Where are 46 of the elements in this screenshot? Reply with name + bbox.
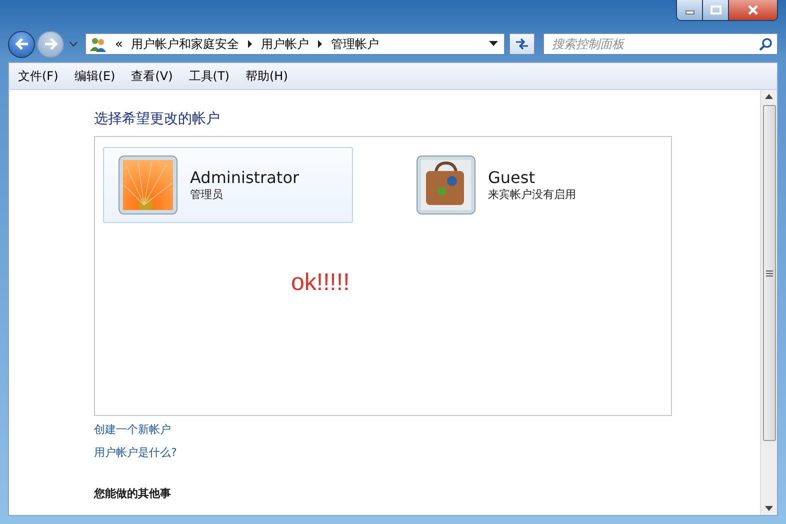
refresh-button[interactable]	[509, 33, 535, 55]
minimize-button[interactable]	[677, 0, 703, 20]
menu-item[interactable]: 编辑(E)	[74, 68, 116, 84]
suitcase-picture-icon	[416, 155, 476, 215]
forward-arrow-icon	[42, 37, 58, 51]
task-link[interactable]: 创建一个新帐户	[94, 422, 171, 437]
history-dropdown-icon[interactable]	[69, 41, 78, 47]
close-button[interactable]	[729, 0, 777, 20]
address-bar[interactable]: « 用户帐户和家庭安全 用户帐户 管理帐户	[85, 33, 505, 55]
scrollbar[interactable]	[760, 90, 777, 515]
account-type: 管理员	[190, 187, 224, 202]
forward-button[interactable]	[37, 30, 64, 58]
page-heading: 选择希望更改的帐户	[94, 110, 221, 129]
scroll-thumb[interactable]	[762, 105, 776, 441]
refresh-icon	[514, 37, 530, 51]
menu-item[interactable]: 帮助(H)	[246, 68, 288, 84]
back-button[interactable]	[8, 30, 35, 58]
breadcrumb-item[interactable]: 管理帐户	[330, 36, 379, 52]
account-name: Guest	[488, 168, 536, 187]
task-link[interactable]: 用户帐户是什么?	[94, 445, 177, 460]
account-name: Administrator	[190, 168, 300, 187]
dropdown-caret-icon[interactable]	[489, 41, 498, 47]
breadcrumb-item[interactable]: 用户帐户	[260, 36, 309, 52]
maximize-button[interactable]	[703, 0, 729, 20]
back-arrow-icon	[14, 37, 30, 51]
menu-item[interactable]: 工具(T)	[188, 68, 230, 84]
search-field[interactable]: 搜索控制面板	[543, 33, 778, 55]
grip-icon	[766, 270, 772, 276]
breadcrumb-overflow[interactable]: «	[115, 36, 123, 52]
menu-item[interactable]: 查看(V)	[131, 68, 173, 84]
breadcrumb-item[interactable]: 用户帐户和家庭安全	[130, 36, 239, 52]
breadcrumb-arrow-icon[interactable]	[246, 40, 253, 48]
scroll-up-icon[interactable]	[765, 94, 773, 99]
menu-item[interactable]: 文件(F)	[18, 68, 58, 84]
scroll-down-icon[interactable]	[765, 506, 773, 511]
search-icon[interactable]	[759, 37, 773, 51]
close-icon	[746, 4, 760, 16]
section-heading: 您能做的其他事	[94, 486, 172, 501]
maximize-icon	[710, 5, 722, 15]
account-tile[interactable]: Guest 来宾帐户没有启用	[401, 147, 651, 223]
breadcrumb-arrow-icon[interactable]	[316, 40, 323, 48]
account-tile[interactable]: Administrator 管理员	[103, 147, 353, 223]
users-icon	[89, 36, 107, 52]
flower-picture-icon	[118, 155, 178, 215]
account-type: 来宾帐户没有启用	[488, 187, 576, 202]
annotation-text: ok!!!!!	[291, 269, 350, 297]
